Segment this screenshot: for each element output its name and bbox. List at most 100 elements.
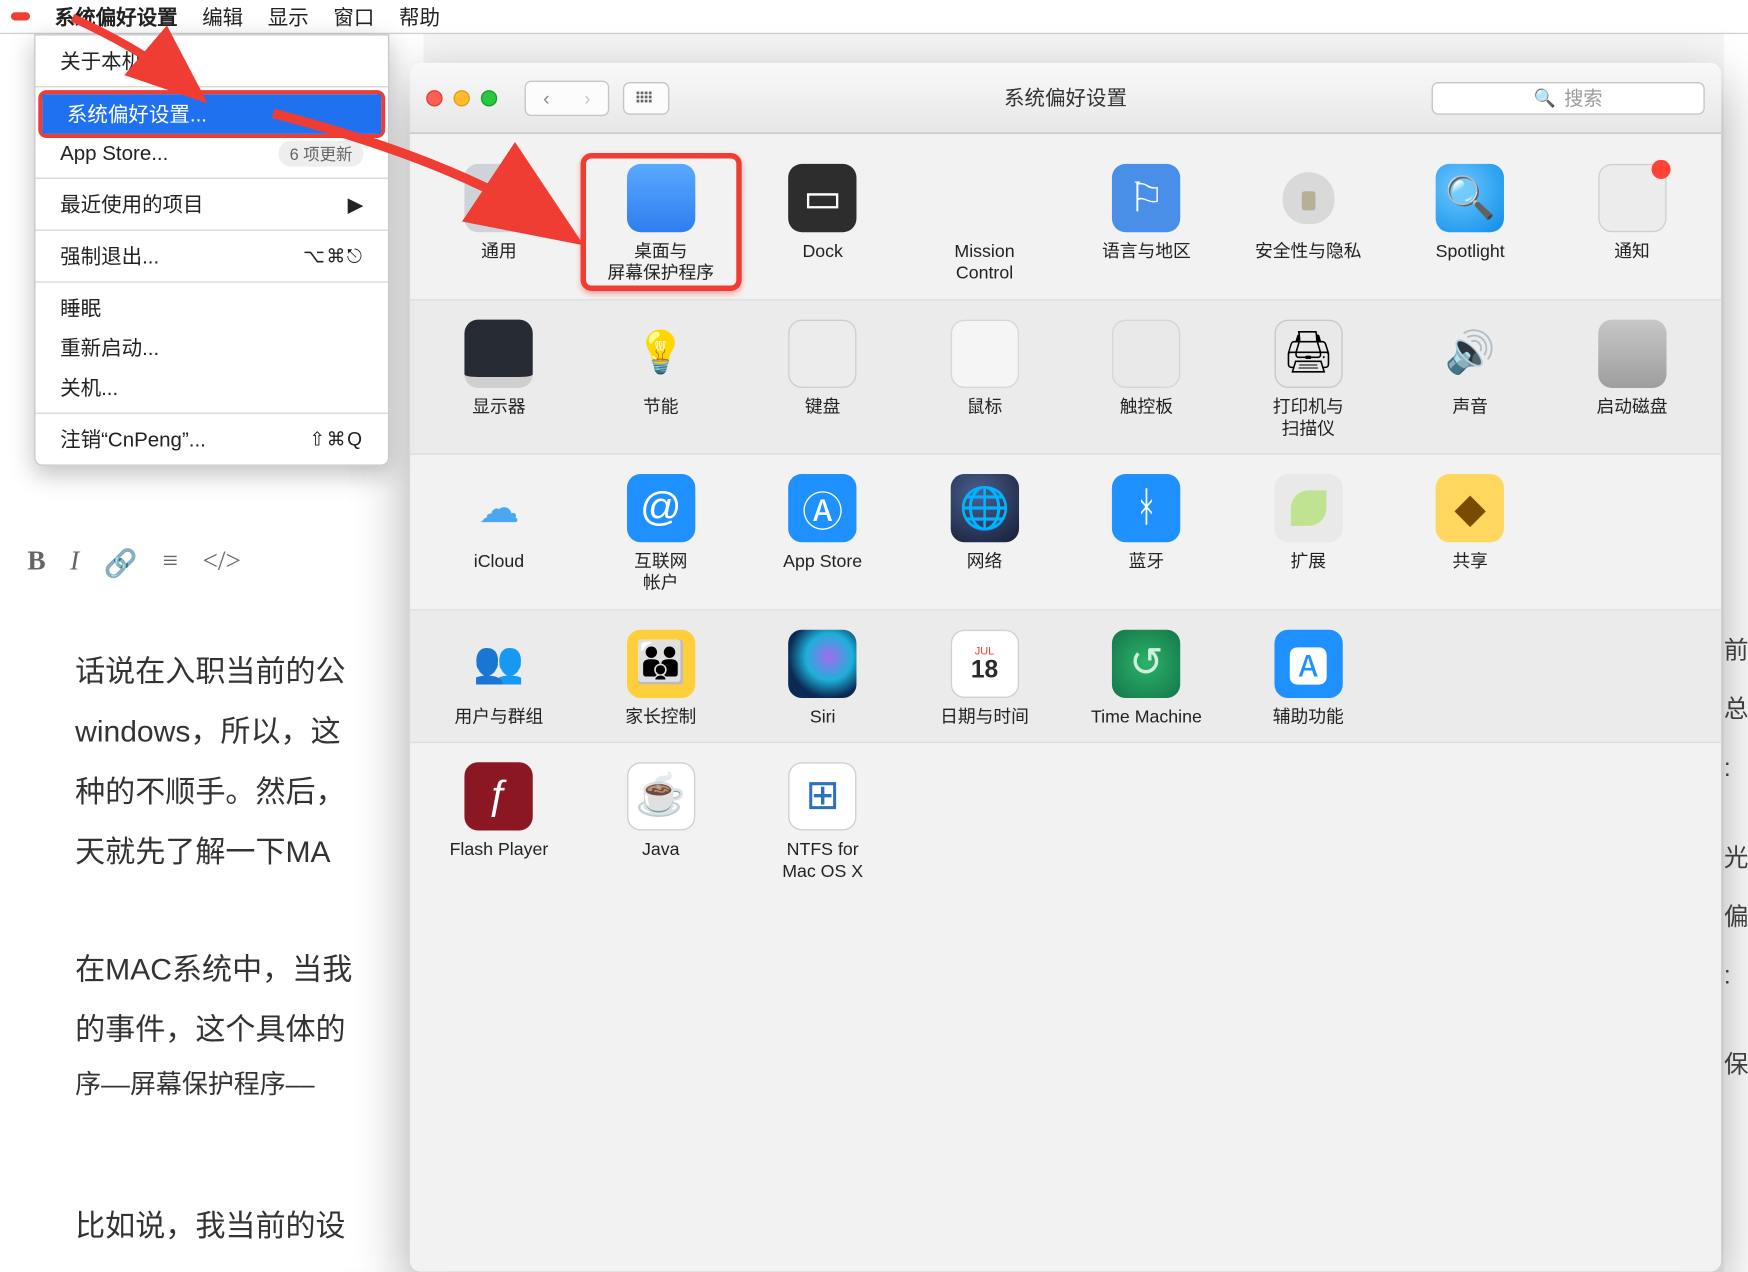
italic-icon[interactable]: I [70,546,79,580]
pref-siri[interactable]: Siri [742,629,904,728]
pref-desktop-screensaver[interactable]: 桌面与 屏幕保护程序 [588,164,733,285]
java-icon: ☕ [627,762,695,830]
globe-icon: 🌐 [950,474,1018,542]
pref-ntfs[interactable]: ⊞NTFS for Mac OS X [742,762,904,883]
pref-parental-controls[interactable]: 👪家长控制 [580,629,742,728]
pref-grid: 通用 桌面与 屏幕保护程序 ▭Dock Mission Control ⚐语言与… [410,134,1721,897]
pref-language-region[interactable]: ⚐语言与地区 [1065,164,1227,285]
menu-separator [36,281,388,282]
trackpad-icon [1112,319,1180,387]
pref-row: 通用 桌面与 屏幕保护程序 ▭Dock Mission Control ⚐语言与… [410,145,1721,300]
speaker-icon: 🔊 [1436,319,1504,387]
menu-sleep[interactable]: 睡眠 [36,288,388,328]
pref-row: ƒFlash Player ☕Java ⊞NTFS for Mac OS X [410,743,1721,897]
pref-java[interactable]: ☕Java [580,762,742,883]
search-input[interactable]: 🔍 搜索 [1432,81,1705,114]
menubar: 系统偏好设置 编辑 显示 窗口 帮助 [0,0,1748,34]
flash-icon: ƒ [465,762,533,830]
search-icon: 🔍 [1534,87,1556,109]
pref-row: 👥用户与群组 👪家长控制 Siri JUL18日期与时间 ↺Time Machi… [410,610,1721,743]
bold-icon[interactable]: B [27,546,45,580]
titlebar: ‹ › 系统偏好设置 🔍 搜索 [410,63,1721,134]
pref-security-privacy[interactable]: 安全性与隐私 [1227,164,1389,285]
pref-icloud[interactable]: ☁iCloud [418,474,580,595]
menubar-window[interactable]: 窗口 [333,2,374,31]
pref-dock[interactable]: ▭Dock [742,164,904,285]
notifications-icon [1598,164,1666,232]
window-title: 系统偏好设置 [1004,83,1127,112]
right-doc-strip: 前总: 光偏: 保 [1724,34,1748,1272]
menubar-help[interactable]: 帮助 [399,2,440,31]
close-button[interactable] [426,89,442,105]
pref-sharing[interactable]: ◆共享 [1389,474,1551,595]
pref-sound[interactable]: 🔊声音 [1389,319,1551,440]
pref-keyboard[interactable]: 键盘 [742,319,904,440]
at-icon: @ [627,474,695,542]
traffic-lights [426,89,497,105]
users-icon: 👥 [465,629,533,697]
pref-time-machine[interactable]: ↺Time Machine [1065,629,1227,728]
pref-displays[interactable]: 显示器 [418,319,580,440]
pref-row: 显示器 💡节能 键盘 鼠标 触控板 🖨打印机与 扫描仪 🔊声音 启动磁盘 [410,300,1721,455]
flag-icon: ⚐ [1112,164,1180,232]
minimize-button[interactable] [454,89,470,105]
printer-icon: 🖨 [1274,319,1342,387]
apple-menu-button[interactable] [11,12,30,20]
appstore-icon: Ⓐ [789,474,857,542]
pref-mission-control[interactable]: Mission Control [904,164,1066,285]
menu-shutdown[interactable]: 关机... [36,367,388,407]
pref-app-store[interactable]: ⒶApp Store [742,474,904,595]
pref-startup-disk[interactable]: 启动磁盘 [1551,319,1713,440]
pref-bluetooth[interactable]: ᚼ蓝牙 [1065,474,1227,595]
grid-icon [637,91,656,105]
menu-separator [36,413,388,414]
pref-date-time[interactable]: JUL18日期与时间 [904,629,1066,728]
siri-icon [789,629,857,697]
pref-printers-scanners[interactable]: 🖨打印机与 扫描仪 [1227,319,1389,440]
pref-row: ☁iCloud @互联网 帐户 ⒶApp Store 🌐网络 ᚼ蓝牙 扩展 ◆共… [410,455,1721,610]
show-all-button[interactable] [623,81,669,114]
pref-internet-accounts[interactable]: @互联网 帐户 [580,474,742,595]
zoom-button[interactable] [481,89,497,105]
pref-users-groups[interactable]: 👥用户与群组 [418,629,580,728]
pref-trackpad[interactable]: 触控板 [1065,319,1227,440]
pref-extensions[interactable]: 扩展 [1227,474,1389,595]
dock-icon: ▭ [789,164,857,232]
display-icon [465,319,533,387]
bluetooth-icon: ᚼ [1112,474,1180,542]
pref-accessibility[interactable]: 🅰辅助功能 [1227,629,1389,728]
pref-mouse[interactable]: 鼠标 [904,319,1066,440]
editor-toolbar: B I 🔗 ≡ </> [27,546,241,580]
parental-icon: 👪 [627,629,695,697]
bulb-icon: 💡 [627,319,695,387]
annotation-arrow [266,107,594,264]
spotlight-icon: 🔍 [1436,164,1504,232]
accessibility-icon: 🅰 [1274,629,1342,697]
pref-energy[interactable]: 💡节能 [580,319,742,440]
menu-restart[interactable]: 重新启动... [36,328,388,368]
ntfs-icon: ⊞ [789,762,857,830]
pref-notifications[interactable]: 通知 [1551,164,1713,285]
calendar-clock-icon: JUL18 [950,629,1018,697]
keyboard-icon [789,319,857,387]
link-icon[interactable]: 🔗 [104,546,138,580]
mouse-icon [950,319,1018,387]
disk-icon [1598,319,1666,387]
search-placeholder: 搜索 [1564,84,1602,111]
menu-logout[interactable]: 注销“CnPeng”...⇧⌘Q [36,419,388,459]
time-machine-icon: ↺ [1112,629,1180,697]
system-preferences-window: ‹ › 系统偏好设置 🔍 搜索 通用 桌面与 屏幕保护程序 ▭Dock Miss… [410,63,1721,1272]
pref-flash-player[interactable]: ƒFlash Player [418,762,580,883]
house-lock-icon [1274,164,1342,232]
menubar-view[interactable]: 显示 [268,2,309,31]
code-icon[interactable]: </> [202,546,240,580]
puzzle-icon [1274,474,1342,542]
annotation-arrow [66,11,257,127]
pref-network[interactable]: 🌐网络 [904,474,1066,595]
mission-control-icon [950,164,1018,232]
pref-spotlight[interactable]: 🔍Spotlight [1389,164,1551,285]
desktop-icon [627,164,695,232]
folder-sign-icon: ◆ [1436,474,1504,542]
cloud-icon: ☁ [465,474,533,542]
list-icon[interactable]: ≡ [162,546,177,580]
